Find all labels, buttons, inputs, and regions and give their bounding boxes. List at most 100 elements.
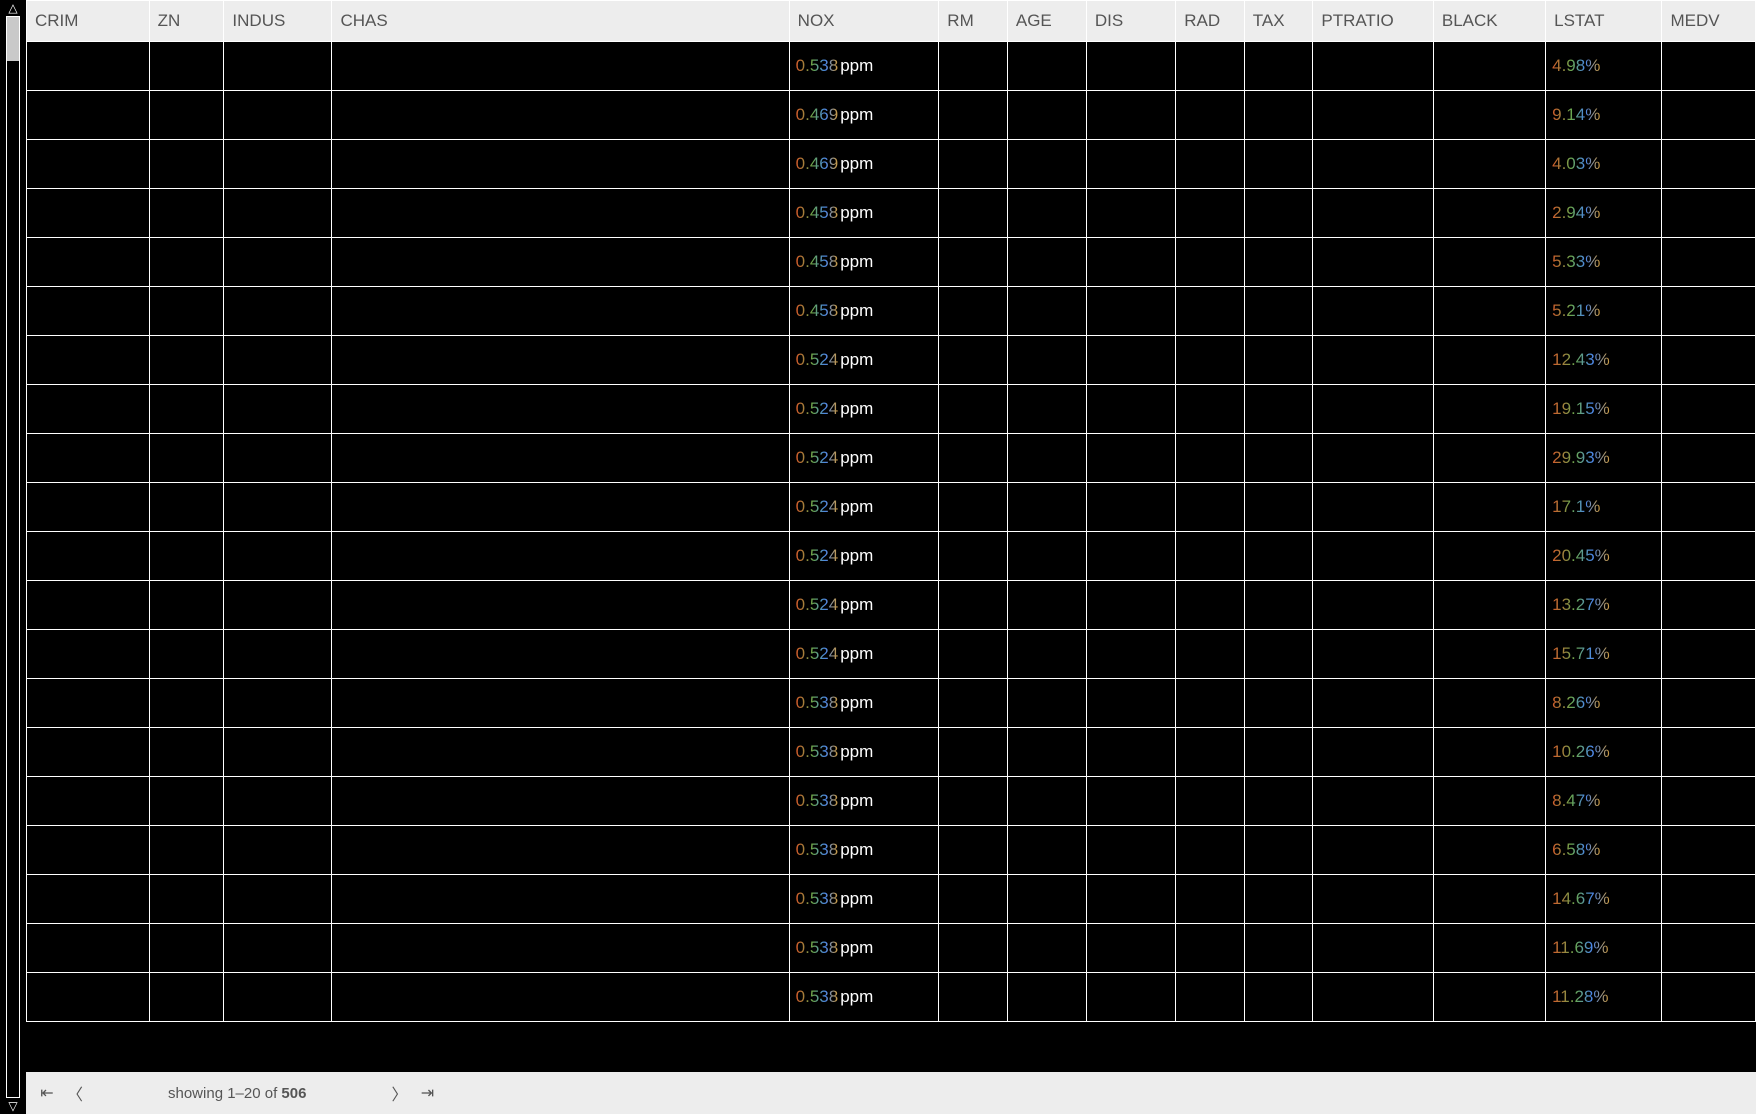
cell-rm [939,483,1008,532]
cell-black [1433,630,1545,679]
cell-age [1007,385,1086,434]
scroll-thumb[interactable] [7,17,19,61]
col-header-zn[interactable]: ZN [149,1,224,42]
col-header-black[interactable]: BLACK [1433,1,1545,42]
cell-rm [939,238,1008,287]
cell-crim [27,532,150,581]
cell-age [1007,581,1086,630]
vertical-scrollbar[interactable]: △ ▽ [0,0,26,1114]
pager-status: showing 1–20 of 506 [168,1085,306,1102]
pager-first-button[interactable]: ⇤ [36,1083,58,1103]
table-row: 0.538ppm8.26% [27,679,1756,728]
cell-rad [1176,924,1245,973]
table-row: 0.538ppm4.98% [27,42,1756,91]
cell-rm [939,140,1008,189]
cell-rm [939,826,1008,875]
cell-rad [1176,91,1245,140]
col-header-chas[interactable]: CHAS [332,1,789,42]
cell-indus [224,973,332,1022]
scroll-down-icon[interactable]: ▽ [8,1100,17,1112]
col-header-nox[interactable]: NOX [789,1,939,42]
cell-dis [1086,973,1175,1022]
cell-black [1433,287,1545,336]
col-header-ptratio[interactable]: PTRATIO [1313,1,1434,42]
cell-rad [1176,434,1245,483]
cell-age [1007,483,1086,532]
cell-tax [1244,287,1313,336]
col-header-rad[interactable]: RAD [1176,1,1245,42]
cell-tax [1244,140,1313,189]
cell-ptratio [1313,385,1434,434]
cell-crim [27,875,150,924]
cell-medv [1662,826,1756,875]
cell-rm [939,679,1008,728]
cell-age [1007,434,1086,483]
cell-ptratio [1313,630,1434,679]
cell-black [1433,679,1545,728]
col-header-dis[interactable]: DIS [1086,1,1175,42]
cell-nox: 0.538ppm [789,777,939,826]
col-header-medv[interactable]: MEDV [1662,1,1756,42]
cell-tax [1244,42,1313,91]
cell-nox: 0.524ppm [789,434,939,483]
cell-crim [27,924,150,973]
cell-lstat: 4.03% [1546,140,1662,189]
cell-nox: 0.524ppm [789,630,939,679]
table-row: 0.524ppm13.27% [27,581,1756,630]
cell-ptratio [1313,826,1434,875]
col-header-crim[interactable]: CRIM [27,1,150,42]
cell-ptratio [1313,875,1434,924]
cell-medv [1662,287,1756,336]
cell-lstat: 9.14% [1546,91,1662,140]
table-row: 0.538ppm14.67% [27,875,1756,924]
cell-crim [27,826,150,875]
cell-rm [939,532,1008,581]
pager-prev-button[interactable]: 〈 [64,1081,86,1105]
cell-chas [332,42,789,91]
pager-next-button[interactable]: 〉 [388,1081,410,1105]
cell-tax [1244,679,1313,728]
cell-nox: 0.469ppm [789,91,939,140]
cell-crim [27,287,150,336]
cell-tax [1244,973,1313,1022]
cell-zn [149,826,224,875]
cell-age [1007,42,1086,91]
table-row: 0.524ppm19.15% [27,385,1756,434]
cell-ptratio [1313,483,1434,532]
cell-medv [1662,532,1756,581]
pager-last-button[interactable]: ⇥ [416,1083,438,1103]
cell-tax [1244,238,1313,287]
scroll-up-icon[interactable]: △ [8,2,17,14]
cell-indus [224,336,332,385]
cell-dis [1086,924,1175,973]
cell-nox: 0.458ppm [789,287,939,336]
cell-zn [149,875,224,924]
col-header-rm[interactable]: RM [939,1,1008,42]
cell-rad [1176,679,1245,728]
cell-medv [1662,924,1756,973]
col-header-lstat[interactable]: LSTAT [1546,1,1662,42]
cell-zn [149,42,224,91]
cell-ptratio [1313,532,1434,581]
cell-lstat: 17.1% [1546,483,1662,532]
cell-rad [1176,826,1245,875]
cell-zn [149,679,224,728]
cell-rm [939,287,1008,336]
cell-rad [1176,483,1245,532]
scroll-track[interactable] [6,16,20,1098]
cell-tax [1244,728,1313,777]
cell-chas [332,434,789,483]
cell-age [1007,679,1086,728]
cell-age [1007,532,1086,581]
cell-dis [1086,140,1175,189]
col-header-indus[interactable]: INDUS [224,1,332,42]
cell-chas [332,532,789,581]
cell-chas [332,581,789,630]
cell-dis [1086,826,1175,875]
cell-rad [1176,581,1245,630]
col-header-age[interactable]: AGE [1007,1,1086,42]
table-row: 0.538ppm10.26% [27,728,1756,777]
col-header-tax[interactable]: TAX [1244,1,1313,42]
cell-indus [224,679,332,728]
cell-tax [1244,630,1313,679]
